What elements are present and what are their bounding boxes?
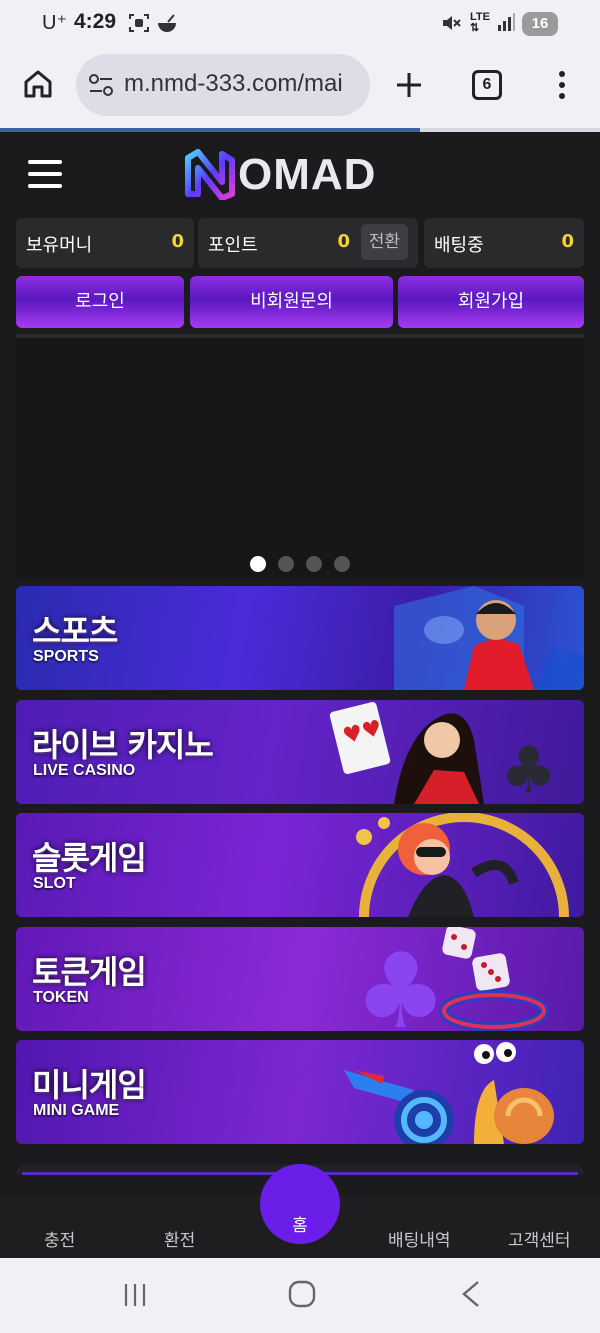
screenshot-icon (128, 12, 150, 39)
banner-subtitle: MINI GAME (33, 1102, 120, 1119)
banner-title: 미니게임 (32, 1066, 147, 1104)
login-button[interactable]: 로그인 (16, 276, 184, 328)
back-icon[interactable] (460, 1280, 482, 1312)
balance-money: 보유머니 0 (16, 218, 194, 268)
balance-label: 보유머니 (26, 235, 93, 256)
banner-subtitle: SLOT (33, 875, 76, 892)
new-tab-icon[interactable] (394, 70, 424, 104)
balance-points: 포인트 0 전환 (198, 218, 418, 268)
lte-icon: LTE ⇅ (470, 11, 490, 34)
home-button[interactable]: 홈 (260, 1164, 340, 1244)
betting-label: 배팅중 (434, 235, 484, 256)
site-settings-icon[interactable] (88, 73, 114, 101)
banner-subtitle: TOKEN (33, 989, 89, 1006)
banner-title: 라이브 카지노 (32, 726, 214, 764)
sports-banner[interactable]: 스포츠 SPORTS (16, 586, 584, 690)
promo-slider[interactable] (16, 334, 584, 578)
system-nav-bar (0, 1258, 600, 1333)
convert-button[interactable]: 전환 (360, 224, 408, 260)
balance-betting: 배팅중 0 (424, 218, 584, 268)
guest-inquiry-button[interactable]: 비회원문의 (190, 276, 393, 328)
slider-dot-1[interactable] (250, 556, 266, 572)
battery-indicator: 16 (522, 12, 558, 36)
menu-icon[interactable] (28, 160, 62, 188)
clock: 4:29 (74, 10, 117, 33)
points-label: 포인트 (208, 235, 258, 256)
svg-text:♣: ♣ (500, 734, 557, 804)
mini-game-banner[interactable]: 미니게임 MINI GAME (16, 1040, 584, 1144)
tab-switcher-button[interactable]: 6 (472, 70, 502, 100)
exchange-tab[interactable]: 환전 (164, 1226, 195, 1251)
signup-button[interactable]: 회원가입 (398, 276, 584, 328)
charge-tab[interactable]: 충전 (44, 1226, 75, 1251)
home-nav-icon[interactable] (288, 1280, 316, 1312)
token-banner[interactable]: ♣ 토큰게임 TOKEN (16, 927, 584, 1031)
slider-dot-2[interactable] (278, 556, 294, 572)
recents-icon[interactable] (122, 1282, 148, 1312)
balance-value: 0 (171, 231, 184, 252)
casino-dealer-image: ♥♥ ♣ (329, 701, 557, 804)
browser-toolbar: m.nmd-333.com/mai 6 (0, 50, 600, 130)
slider-dot-3[interactable] (306, 556, 322, 572)
status-bar: U⁺ 4:29 LTE ⇅ 16 (0, 0, 600, 50)
logo-n-icon (185, 149, 235, 200)
token-game-image: ♣ (354, 927, 549, 1031)
address-bar[interactable]: m.nmd-333.com/mai (76, 54, 370, 116)
url-text: m.nmd-333.com/mai (124, 70, 343, 97)
banner-title: 슬롯게임 (32, 839, 147, 877)
betting-value: 0 (561, 231, 574, 252)
banner-subtitle: LIVE CASINO (33, 762, 136, 779)
slider-dot-4[interactable] (334, 556, 350, 572)
banner-title: 토큰게임 (32, 953, 147, 991)
progress-fill (0, 128, 420, 132)
slot-character-image (356, 813, 569, 917)
slot-banner[interactable]: 슬롯게임 SLOT (16, 813, 584, 917)
page-load-progress (0, 128, 600, 132)
banner-subtitle: SPORTS (33, 648, 99, 665)
live-casino-banner[interactable]: ♥♥ ♣ 라이브 카지노 LIVE CASINO (16, 700, 584, 804)
signal-icon (496, 12, 516, 37)
home-icon[interactable] (22, 68, 54, 104)
site-logo[interactable]: OMAD (182, 148, 422, 200)
soccer-player-image (394, 586, 584, 690)
mute-icon (440, 12, 462, 39)
banner-title: 스포츠 (32, 612, 118, 650)
points-value: 0 (337, 231, 350, 252)
more-menu-icon[interactable] (556, 70, 568, 104)
svg-text:♣: ♣ (354, 930, 447, 1031)
mini-game-image (344, 1042, 554, 1144)
bet-history-tab[interactable]: 배팅내역 (388, 1226, 451, 1251)
support-tab[interactable]: 고객센터 (508, 1226, 571, 1251)
carrier-label: U⁺ (42, 12, 67, 34)
logo-text: OMAD (238, 150, 377, 199)
food-icon (156, 12, 178, 39)
